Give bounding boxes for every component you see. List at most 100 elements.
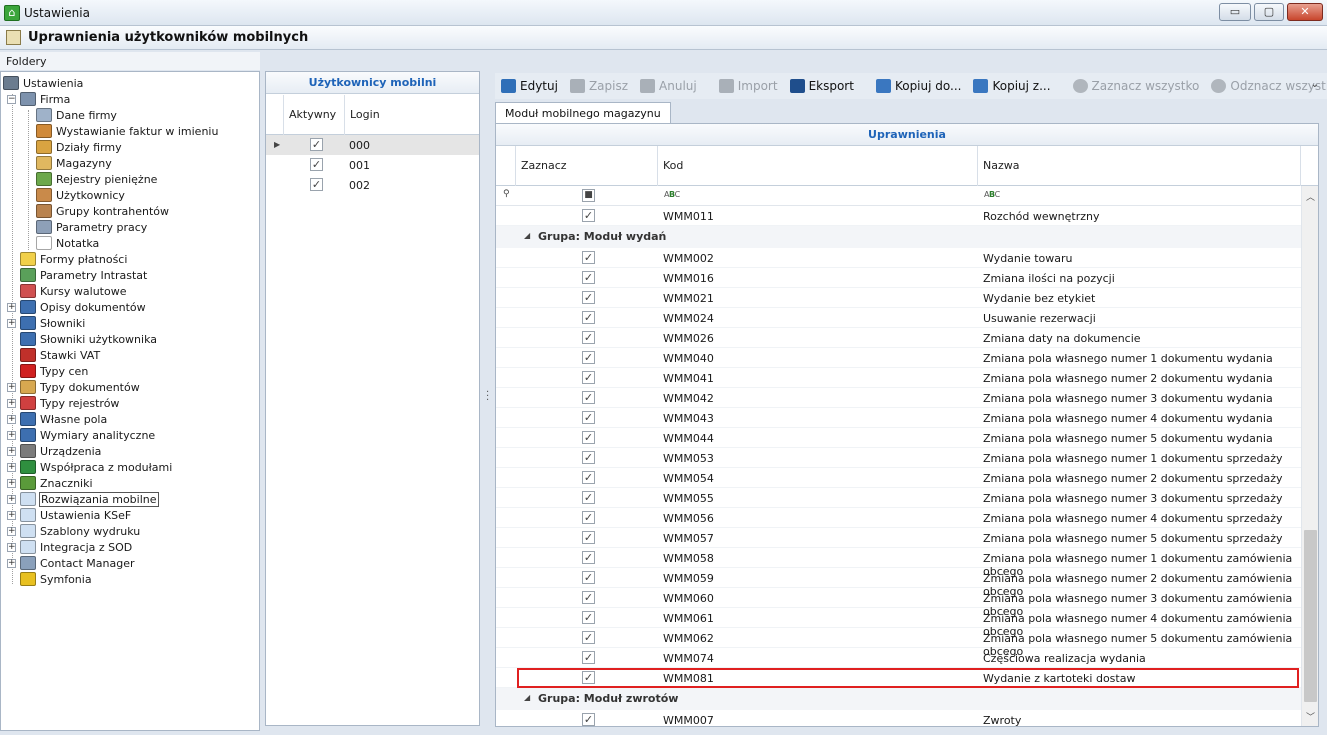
- zapisz-button[interactable]: Zapisz: [569, 79, 628, 93]
- permission-row[interactable]: ✓ WMM016 Zmiana ilości na pozycji: [496, 268, 1301, 288]
- permission-row[interactable]: ✓ WMM026 Zmiana daty na dokumencie: [496, 328, 1301, 348]
- tree-item-notatka[interactable]: Notatka: [36, 235, 100, 251]
- name-filter-icon[interactable]: ABC: [984, 190, 1000, 199]
- permission-row[interactable]: ✓ WMM059 Zmiana pola własnego numer 2 doku…: [496, 568, 1301, 598]
- tree-item-urządzenia[interactable]: + Urządzenia: [7, 443, 102, 459]
- permission-checkbox[interactable]: ✓: [582, 571, 595, 584]
- permission-checkbox[interactable]: ✓: [582, 351, 595, 364]
- permission-row[interactable]: ✓ WMM024 Usuwanie rezerwacji: [496, 308, 1301, 328]
- collapse-group-icon[interactable]: ◢: [524, 231, 530, 240]
- permission-checkbox[interactable]: ✓: [582, 311, 595, 324]
- expand-icon[interactable]: +: [7, 430, 16, 440]
- import-button[interactable]: Import: [718, 79, 778, 93]
- tree-item-rejestry-pieniężne[interactable]: Rejestry pieniężne: [36, 171, 158, 187]
- tree-item-typy-rejestrów[interactable]: + Typy rejestrów: [7, 395, 120, 411]
- eksport-button[interactable]: Eksport: [789, 79, 854, 93]
- expand-icon[interactable]: +: [7, 494, 16, 504]
- tree-item-szablony-wydruku[interactable]: + Szablony wydruku: [7, 523, 141, 539]
- permission-checkbox[interactable]: ✓: [582, 471, 595, 484]
- expand-icon[interactable]: +: [7, 446, 16, 456]
- code-filter-icon[interactable]: ABC: [664, 190, 680, 199]
- tree-item-typy-dokumentów[interactable]: + Typy dokumentów: [7, 379, 141, 395]
- panel-splitter[interactable]: · · ·: [480, 71, 495, 731]
- permission-row[interactable]: ✓ WMM056 Zmiana pola własnego numer 4 doku…: [496, 508, 1301, 528]
- permission-checkbox[interactable]: ✓: [582, 713, 595, 726]
- maximize-button[interactable]: ▢: [1254, 3, 1284, 21]
- tree-item-ustawienia-ksef[interactable]: + Ustawienia KSeF: [7, 507, 132, 523]
- tree-item-formy-płatności[interactable]: Formy płatności: [7, 251, 128, 267]
- tree-item-dane-firmy[interactable]: Dane firmy: [36, 107, 118, 123]
- anuluj-button[interactable]: Anuluj: [640, 79, 697, 93]
- tree-item-słowniki-użytkownika[interactable]: Słowniki użytkownika: [7, 331, 158, 347]
- permission-row[interactable]: ✓ WMM007 Zwroty: [496, 710, 1301, 726]
- column-header-code[interactable]: Kod: [658, 146, 978, 186]
- permission-row[interactable]: ✓ WMM044 Zmiana pola własnego numer 5 doku…: [496, 428, 1301, 448]
- tree-item-ustawienia[interactable]: Ustawienia: [3, 75, 84, 91]
- folders-tree[interactable]: Ustawienia − Firma Dane firmy Wystawianie fa…: [0, 71, 260, 731]
- expand-icon[interactable]: +: [7, 462, 16, 472]
- minimize-button[interactable]: ▭: [1219, 3, 1251, 21]
- permission-checkbox[interactable]: ✓: [582, 331, 595, 344]
- tree-item-słowniki[interactable]: + Słowniki: [7, 315, 86, 331]
- permission-row[interactable]: ✓ WMM053 Zmiana pola własnego numer 1 doku…: [496, 448, 1301, 468]
- group-row[interactable]: ◢ Grupa: Moduł wydań: [496, 226, 1301, 248]
- tree-item-użytkownicy[interactable]: Użytkownicy: [36, 187, 126, 203]
- user-active-checkbox[interactable]: ✓: [310, 158, 323, 171]
- scrollbar-thumb[interactable]: [1304, 530, 1317, 702]
- permission-row[interactable]: ✓ WMM054 Zmiana pola własnego numer 2 doku…: [496, 468, 1301, 488]
- tree-item-kursy-walutowe[interactable]: Kursy walutowe: [7, 283, 127, 299]
- expand-icon[interactable]: +: [7, 382, 16, 392]
- permission-checkbox[interactable]: ✓: [582, 531, 595, 544]
- column-header-login[interactable]: Login: [345, 95, 479, 135]
- expand-icon[interactable]: +: [7, 414, 16, 424]
- tree-item-opisy-dokumentów[interactable]: + Opisy dokumentów: [7, 299, 147, 315]
- user-row[interactable]: ✓ 001: [266, 155, 479, 175]
- permission-checkbox[interactable]: ✓: [582, 411, 595, 424]
- permission-row[interactable]: ✓ WMM041 Zmiana pola własnego numer 2 doku…: [496, 368, 1301, 388]
- tree-item-firma[interactable]: − Firma: [7, 91, 71, 107]
- permission-row[interactable]: ✓ WMM074 Częściowa realizacja wydania: [496, 648, 1301, 668]
- tree-item-contact-manager[interactable]: + Contact Manager: [7, 555, 136, 571]
- permission-checkbox[interactable]: ✓: [582, 651, 595, 664]
- tree-item-znaczniki[interactable]: + Znaczniki: [7, 475, 94, 491]
- expand-icon[interactable]: +: [7, 318, 16, 328]
- permission-checkbox[interactable]: ✓: [582, 491, 595, 504]
- group-row[interactable]: ◢ Grupa: Moduł zwrotów: [496, 688, 1301, 710]
- expand-icon[interactable]: +: [7, 542, 16, 552]
- scroll-up-icon[interactable]: ︿: [1306, 190, 1315, 203]
- tree-item-wymiary-analityczne[interactable]: + Wymiary analityczne: [7, 427, 156, 443]
- tree-item-działy-firmy[interactable]: Działy firmy: [36, 139, 123, 155]
- permission-checkbox[interactable]: ✓: [582, 451, 595, 464]
- permission-checkbox[interactable]: ✓: [582, 431, 595, 444]
- expand-icon[interactable]: +: [7, 510, 16, 520]
- tree-item-parametry-pracy[interactable]: Parametry pracy: [36, 219, 148, 235]
- permission-row[interactable]: ✓ WMM011 Rozchód wewnętrzny: [496, 206, 1301, 226]
- tree-item-symfonia[interactable]: Symfonia: [7, 571, 93, 587]
- tab-mobile-warehouse-module[interactable]: Moduł mobilnego magazynu: [495, 102, 671, 124]
- expand-icon[interactable]: +: [7, 398, 16, 408]
- permission-row[interactable]: ✓ WMM040 Zmiana pola własnego numer 1 doku…: [496, 348, 1301, 368]
- kopiuj-z-button[interactable]: Kopiuj z...: [973, 79, 1051, 93]
- permission-row[interactable]: ✓ WMM057 Zmiana pola własnego numer 5 doku…: [496, 528, 1301, 548]
- permission-checkbox[interactable]: ✓: [582, 251, 595, 264]
- permission-row[interactable]: ✓ WMM060 Zmiana pola własnego numer 3 doku…: [496, 588, 1301, 618]
- permission-row[interactable]: ✓ WMM061 Zmiana pola własnego numer 4 doku…: [496, 608, 1301, 638]
- permission-checkbox[interactable]: ✓: [582, 391, 595, 404]
- user-active-checkbox[interactable]: ✓: [310, 178, 323, 191]
- scroll-down-icon[interactable]: ﹀: [1306, 710, 1315, 723]
- expand-icon[interactable]: +: [7, 302, 16, 312]
- column-header-select[interactable]: Zaznacz: [516, 146, 658, 186]
- tree-item-parametry-intrastat[interactable]: Parametry Intrastat: [7, 267, 148, 283]
- permission-checkbox[interactable]: ✓: [582, 371, 595, 384]
- expand-icon[interactable]: +: [7, 558, 16, 568]
- expand-icon[interactable]: +: [7, 478, 16, 488]
- permission-checkbox[interactable]: ✓: [582, 291, 595, 304]
- tree-item-integracja-z-sod[interactable]: + Integracja z SOD: [7, 539, 133, 555]
- permission-row[interactable]: ✓ WMM062 Zmiana pola własnego numer 5 doku…: [496, 628, 1301, 658]
- tree-item-grupy-kontrahentów[interactable]: Grupy kontrahentów: [36, 203, 170, 219]
- tree-item-rozwiązania-mobilne[interactable]: + Rozwiązania mobilne: [7, 491, 159, 507]
- tree-item-magazyny[interactable]: Magazyny: [36, 155, 113, 171]
- tree-item-typy-cen[interactable]: Typy cen: [7, 363, 89, 379]
- tree-item-wystawianie-faktur-w-imieniu[interactable]: Wystawianie faktur w imieniu: [36, 123, 219, 139]
- collapse-icon[interactable]: −: [7, 94, 16, 104]
